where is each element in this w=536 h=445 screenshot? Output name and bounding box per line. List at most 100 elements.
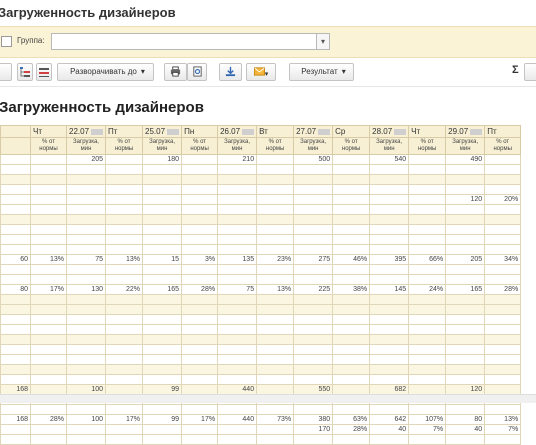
table-cell: [369, 324, 410, 335]
table-cell: [256, 344, 295, 355]
table-cell: [217, 344, 258, 355]
print-button[interactable]: [164, 63, 187, 81]
table-cell: [445, 164, 486, 175]
table-cell: 120: [445, 194, 486, 205]
table-cell: [484, 324, 522, 335]
table-cell: [105, 324, 144, 335]
table-cell: [256, 184, 295, 195]
group-dropdown-button[interactable]: ▾: [316, 33, 330, 50]
table-cell: 168: [0, 384, 31, 395]
table-cell: [181, 164, 219, 175]
column-header-cell: Загрузка, мин: [369, 137, 410, 155]
table-cell: [105, 224, 144, 235]
table-cell: 99: [142, 384, 183, 395]
table-cell: [0, 404, 31, 415]
table-row: [0, 264, 522, 275]
table-cell: [181, 294, 219, 305]
table-cell: [181, 224, 219, 235]
table-cell: [217, 434, 258, 445]
table-cell: [105, 354, 144, 365]
table-cell: [0, 324, 31, 335]
table-cell: [65, 434, 107, 445]
table-cell: [408, 304, 447, 315]
table-cell: [256, 384, 295, 395]
date-header-cell: 28.07: [369, 125, 410, 138]
redacted-mark: [242, 128, 255, 135]
envelope-icon: [253, 67, 265, 76]
table-cell: 682: [369, 384, 410, 395]
table-row: [0, 184, 522, 195]
send-email-button[interactable]: ▾: [246, 63, 276, 81]
back-button[interactable]: [0, 63, 12, 81]
table-cell: [256, 194, 295, 205]
table-row: [0, 404, 522, 415]
table-cell: [65, 204, 107, 215]
save-button[interactable]: [219, 63, 242, 81]
table-cell: [65, 234, 107, 245]
table-cell: [332, 264, 371, 275]
date-header-row: Чт 22.07 Пт 25.07 Пн 26.07 Вт 27.07 Ср 28.07 Чт 29.…: [0, 125, 522, 138]
table-cell: [142, 324, 183, 335]
result-dropdown[interactable]: Результат ▾: [289, 63, 354, 81]
table-row: [0, 204, 522, 215]
table-cell: [30, 324, 67, 335]
table-cell: [65, 334, 107, 345]
table-cell: [293, 264, 334, 275]
print-preview-button[interactable]: [187, 63, 207, 81]
expand-to-dropdown[interactable]: Разворачивать до ▾: [57, 63, 154, 81]
date-header-text: 29.07: [448, 127, 469, 136]
table-cell: [0, 314, 31, 325]
table-cell: [293, 404, 334, 415]
table-cell: [217, 224, 258, 235]
table-cell: [293, 274, 334, 285]
table-cell: [332, 174, 371, 185]
table-cell: [30, 164, 67, 175]
table-cell: 73%: [256, 414, 295, 425]
table-row: [0, 214, 522, 225]
table-row: [0, 294, 522, 305]
table-cell: [65, 404, 107, 415]
table-cell: [293, 304, 334, 315]
table-cell: [408, 174, 447, 185]
column-header-cell: % от нормы: [332, 137, 371, 155]
table-cell: 80: [445, 414, 486, 425]
table-cell: [105, 344, 144, 355]
table-cell: [217, 334, 258, 345]
column-header-cell: % от нормы: [181, 137, 219, 155]
table-cell: [65, 304, 107, 315]
toolbar: Разворачивать до ▾ ▾ Результат ▾ Σ: [0, 58, 536, 87]
table-cell: [142, 274, 183, 285]
table-cell: [332, 294, 371, 305]
table-cell: [142, 204, 183, 215]
table-cell: [105, 184, 144, 195]
table-cell: [256, 154, 295, 165]
sum-icon[interactable]: Σ: [512, 64, 519, 76]
table-cell: [332, 334, 371, 345]
group-input[interactable]: [51, 33, 317, 50]
table-cell: 100: [65, 384, 107, 395]
group-checkbox[interactable]: [1, 36, 12, 47]
table-cell: 130: [65, 284, 107, 295]
collapse-tree-button[interactable]: [36, 63, 52, 81]
table-cell: [217, 184, 258, 195]
table-cell: [65, 324, 107, 335]
table-cell: [142, 404, 183, 415]
table-cell: [181, 234, 219, 245]
table-cell: [30, 224, 67, 235]
table-cell: [142, 344, 183, 355]
column-header-cell: % от нормы: [30, 137, 67, 155]
settings-button[interactable]: [524, 63, 536, 81]
table-cell: [256, 404, 295, 415]
table-cell: 225: [293, 284, 334, 295]
table-cell: 13%: [105, 254, 144, 265]
table-cell: [332, 184, 371, 195]
table-cell: [65, 194, 107, 205]
table-cell: [105, 274, 144, 285]
table-cell: [293, 334, 334, 345]
table-cell: [408, 234, 447, 245]
table-cell: 3%: [181, 254, 219, 265]
expand-tree-button[interactable]: [17, 63, 33, 81]
table-cell: 24%: [408, 284, 447, 295]
table-cell: [369, 274, 410, 285]
table-cell: [369, 244, 410, 255]
